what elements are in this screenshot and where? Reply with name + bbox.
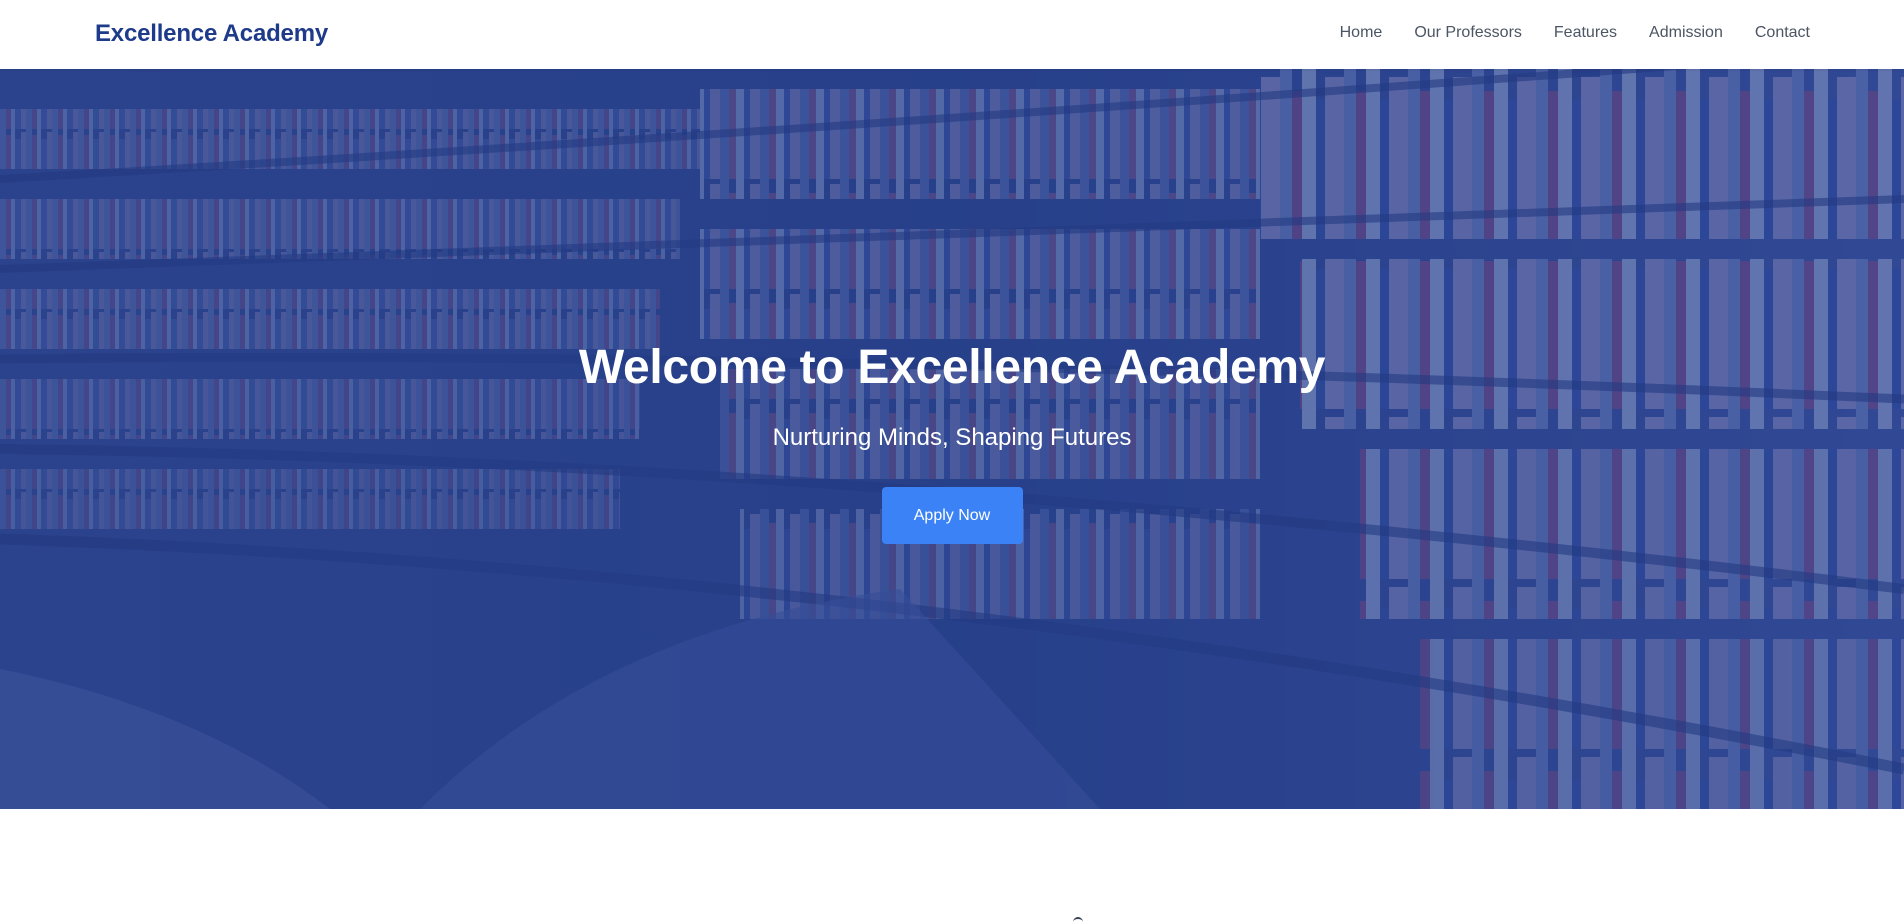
site-header: Excellence Academy Home Our Professors F…: [0, 0, 1904, 69]
hero-section: Welcome to Excellence Academy Nurturing …: [0, 69, 1904, 809]
nav-item-home: Home: [1340, 24, 1383, 42]
brand-logo-link[interactable]: Excellence Academy: [95, 20, 328, 48]
nav-link-features[interactable]: Features: [1554, 24, 1617, 41]
hero-content: Welcome to Excellence Academy Nurturing …: [0, 339, 1904, 544]
section-heading-peek: [1073, 917, 1083, 922]
nav-item-features: Features: [1554, 24, 1617, 42]
hero-title: Welcome to Excellence Academy: [578, 341, 1326, 394]
next-section: [0, 809, 1904, 922]
main-nav: Home Our Professors Features Admission C…: [1340, 24, 1810, 42]
nav-item-contact: Contact: [1755, 24, 1810, 42]
nav-link-contact[interactable]: Contact: [1755, 24, 1810, 41]
hero-subtitle: Nurturing Minds, Shaping Futures: [772, 424, 1132, 451]
nav-item-professors: Our Professors: [1414, 24, 1522, 42]
nav-link-professors[interactable]: Our Professors: [1414, 24, 1522, 41]
apply-now-button[interactable]: Apply Now: [881, 487, 1023, 544]
nav-link-home[interactable]: Home: [1340, 24, 1383, 41]
nav-item-admission: Admission: [1649, 24, 1723, 42]
nav-link-admission[interactable]: Admission: [1649, 24, 1723, 41]
